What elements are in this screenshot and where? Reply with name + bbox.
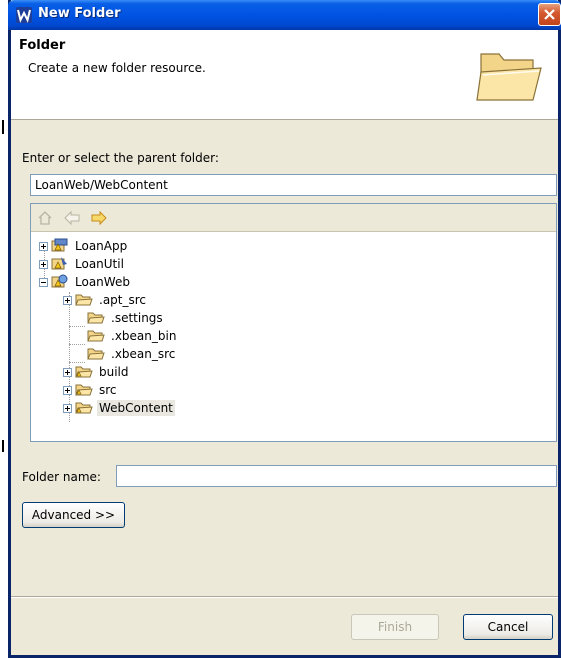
expand-icon[interactable] — [63, 385, 72, 395]
tree-item[interactable]: LoanApp — [39, 237, 129, 255]
java-project-icon — [51, 257, 67, 270]
expand-icon[interactable] — [39, 259, 48, 269]
tree-item[interactable]: .xbean_src — [87, 345, 177, 363]
left-edge-mark — [2, 440, 4, 452]
window-title: New Folder — [38, 6, 121, 21]
parent-folder-label: Enter or select the parent folder: — [22, 151, 219, 165]
web-project-icon — [51, 274, 68, 288]
close-icon — [544, 9, 555, 20]
tree-item[interactable]: .xbean_bin — [87, 327, 178, 345]
page-title: Folder — [19, 38, 66, 53]
tree-item[interactable]: LoanWeb — [39, 273, 132, 291]
tree-item-label: LoanApp — [75, 239, 128, 253]
tree-item[interactable]: build — [63, 363, 131, 381]
collapse-icon[interactable] — [39, 277, 48, 287]
folder-name-label: Folder name: — [22, 470, 101, 484]
separator — [11, 596, 558, 598]
project-icon — [51, 238, 68, 252]
cancel-button[interactable]: Cancel — [463, 614, 553, 640]
folder-icon — [87, 330, 105, 342]
tree-item[interactable]: WebContent — [63, 399, 175, 417]
tree-toolbar — [31, 204, 556, 232]
wizard-header: Folder Create a new folder resource. — [11, 30, 558, 120]
expand-icon[interactable] — [63, 403, 72, 413]
folder-tree: LoanApp LoanUtil LoanWeb .apt_src .setti… — [30, 203, 557, 442]
folder-icon — [75, 294, 93, 306]
finish-button[interactable]: Finish — [351, 614, 439, 640]
tree-item-label: LoanWeb — [75, 275, 130, 289]
expand-icon[interactable] — [63, 367, 72, 377]
close-button[interactable] — [538, 3, 561, 26]
home-icon[interactable] — [37, 210, 53, 226]
tree-item-label: .settings — [111, 311, 163, 325]
tree-item[interactable]: LoanUtil — [39, 255, 126, 273]
parent-folder-input[interactable]: LoanWeb/WebContent — [30, 174, 557, 196]
left-edge-mark — [2, 120, 4, 134]
tree-item-label: build — [99, 365, 129, 379]
new-folder-dialog: New Folder Folder Create a new folder re… — [8, 0, 561, 658]
folder-name-input[interactable] — [116, 465, 557, 487]
back-arrow-icon[interactable] — [64, 210, 80, 226]
folder-icon — [75, 366, 93, 378]
folder-icon — [75, 402, 93, 414]
folder-banner-icon — [476, 53, 542, 101]
title-bar[interactable]: New Folder — [8, 0, 561, 30]
expand-icon[interactable] — [39, 241, 48, 251]
tree-line — [69, 344, 85, 345]
advanced-button[interactable]: Advanced >> — [22, 502, 125, 528]
tree-item-label: src — [99, 383, 117, 397]
tree-item-label: .xbean_src — [111, 347, 176, 361]
tree-item[interactable]: src — [63, 381, 119, 399]
app-w-icon — [16, 7, 32, 23]
tree-line — [69, 326, 85, 327]
folder-icon — [75, 384, 93, 396]
folder-icon — [87, 348, 105, 360]
tree-item-label-selected: WebContent — [97, 400, 175, 416]
tree-item-label: .xbean_bin — [111, 329, 177, 343]
tree-item-label: LoanUtil — [75, 257, 124, 271]
forward-arrow-icon[interactable] — [91, 210, 107, 226]
tree-item[interactable]: .settings — [87, 309, 165, 327]
expand-icon[interactable] — [63, 295, 72, 305]
tree-item[interactable]: .apt_src — [63, 291, 148, 309]
page-description: Create a new folder resource. — [28, 61, 206, 75]
tree-item-label: .apt_src — [99, 293, 147, 307]
folder-icon — [87, 312, 105, 324]
